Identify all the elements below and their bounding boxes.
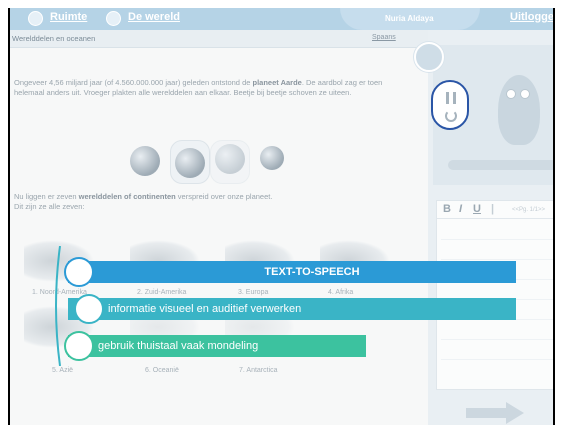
language-link[interactable]: Spaans	[372, 34, 396, 41]
globe-image[interactable]	[260, 146, 284, 170]
parrot-mascot-icon	[498, 75, 540, 145]
world-icon[interactable]	[106, 11, 121, 26]
content-header: Werelddelen en oceanen Spaans	[10, 30, 428, 48]
continents-text-2: verspreid over onze planeet.	[175, 192, 273, 201]
globe-frame	[210, 140, 250, 184]
continent-label: 7. Antarctica	[239, 367, 278, 374]
notepad-line	[441, 239, 553, 240]
intro-text-1: Ongeveer 4,56 miljard jaar (of 4.560.000…	[14, 78, 253, 87]
next-arrow-icon[interactable]	[466, 402, 524, 424]
continent-label: 3. Europa	[238, 289, 269, 296]
highlight-button[interactable]: |	[491, 203, 494, 215]
globe-image[interactable]	[130, 146, 160, 176]
globe-gallery	[130, 140, 300, 190]
app-frame: Ruimte De wereld Nuria Aldaya Uitloggen …	[8, 8, 555, 425]
notepad-line	[441, 359, 553, 360]
home-language-banner: gebruik thuistaal vaak mondeling	[68, 335, 366, 357]
continent-label: 6. Oceanië	[145, 367, 179, 374]
audio-controls	[431, 80, 469, 130]
tts-banner: TEXT-TO-SPEECH	[68, 261, 516, 283]
italic-button[interactable]: I	[459, 203, 462, 215]
page-indicator[interactable]: <<Pg. 1/1>>	[512, 207, 545, 213]
continent-label: 5. Azië	[52, 367, 74, 374]
notepad-line	[441, 259, 553, 260]
notepad[interactable]: B I U | <<Pg. 1/1>>	[436, 200, 553, 390]
nav-link-space[interactable]: Ruimte	[50, 11, 87, 23]
logout-link[interactable]: Uitloggen	[510, 11, 553, 23]
continent-label: 2. Zuid-Amerika	[137, 289, 187, 296]
banner-bubble	[74, 294, 104, 324]
continents-paragraph: Nu liggen er zeven werelddelen of contin…	[14, 192, 414, 212]
continents-text-bold: werelddelen of continenten	[78, 192, 176, 201]
globe-image[interactable]	[175, 148, 205, 178]
visual-auditory-banner: informatie visueel en auditief verwerken	[68, 298, 516, 320]
intro-paragraph: Ongeveer 4,56 miljard jaar (of 4.560.000…	[14, 78, 414, 98]
replay-icon[interactable]	[445, 110, 457, 122]
notepad-line	[441, 339, 553, 340]
mascot-eye	[520, 89, 530, 99]
continent-label: 4. Afrika	[328, 289, 354, 296]
top-bar: Ruimte De wereld Nuria Aldaya Uitloggen	[10, 8, 553, 30]
bold-button[interactable]: B	[443, 203, 451, 215]
underline-button[interactable]: U	[473, 203, 481, 215]
nav-link-world[interactable]: De wereld	[128, 11, 180, 23]
banner-bubble	[64, 331, 94, 361]
continents-text-1: Nu liggen er zeven	[14, 192, 79, 201]
continents-text-3: Dit zijn ze alle zeven:	[14, 202, 85, 211]
page-title: Werelddelen en oceanen	[12, 34, 96, 43]
space-icon[interactable]	[28, 11, 43, 26]
user-name: Nuria Aldaya	[385, 14, 434, 23]
mascot-eye	[506, 89, 516, 99]
notepad-toolbar: B I U | <<Pg. 1/1>>	[437, 201, 553, 219]
banner-bubble	[64, 257, 94, 287]
speaker-icon[interactable]	[414, 42, 444, 72]
pause-icon[interactable]	[446, 92, 456, 104]
intro-text-bold: planeet Aarde	[252, 78, 302, 87]
branch-decoration	[448, 160, 553, 170]
